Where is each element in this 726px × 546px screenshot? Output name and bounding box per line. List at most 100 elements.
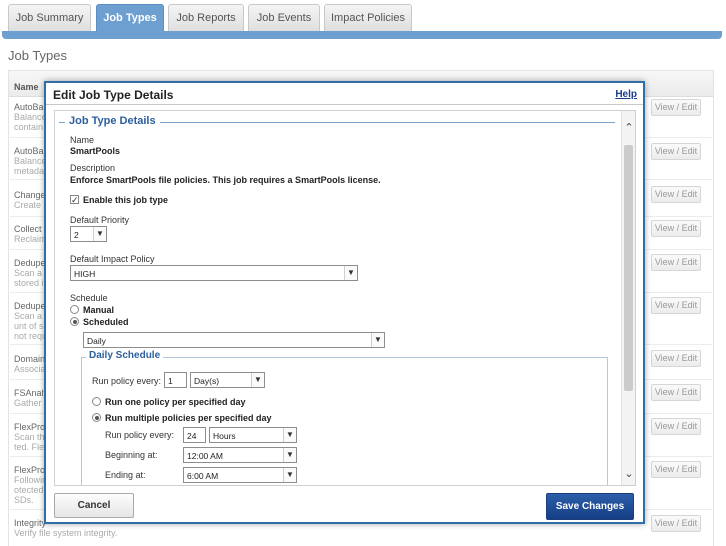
beginning-at-label: Beginning at: <box>105 450 158 460</box>
job-description: otected. <box>14 485 47 495</box>
view-edit-button[interactable]: View / Edit <box>651 254 701 271</box>
manual-label[interactable]: Manual <box>83 305 114 315</box>
job-description: ted. Fle <box>14 442 45 452</box>
enable-label[interactable]: Enable this job type <box>83 195 168 205</box>
chevron-down-icon: ▼ <box>283 428 296 442</box>
chevron-down-icon: ▼ <box>344 266 357 280</box>
view-edit-button[interactable]: View / Edit <box>651 143 701 160</box>
ending-at-select[interactable]: 6:00 AM ▼ <box>183 467 297 483</box>
help-link[interactable]: Help <box>615 89 637 100</box>
enable-checkbox[interactable]: ✓ <box>70 195 79 205</box>
vertical-scrollbar[interactable]: ⌃ ⌄ <box>621 111 635 485</box>
tab-job-types[interactable]: Job Types <box>96 4 164 32</box>
run-one-policy-radio[interactable] <box>92 397 101 406</box>
run-one-policy-label[interactable]: Run one policy per specified day <box>105 397 246 407</box>
name-value: SmartPools <box>70 146 121 156</box>
run-multiple-policies-label[interactable]: Run multiple policies per specified day <box>105 413 272 423</box>
ending-at-label: Ending at: <box>105 470 146 480</box>
checkmark-icon: ✓ <box>71 195 79 205</box>
schedule-label: Schedule <box>70 293 108 303</box>
save-changes-button[interactable]: Save Changes <box>546 493 634 520</box>
tab-job-events[interactable]: Job Events <box>248 4 320 32</box>
dialog-title: Edit Job Type Details <box>53 88 174 102</box>
view-edit-button[interactable]: View / Edit <box>651 461 701 478</box>
multi-run-every-label: Run policy every: <box>105 430 175 440</box>
view-edit-button[interactable]: View / Edit <box>651 515 701 532</box>
view-edit-button[interactable]: View / Edit <box>651 350 701 367</box>
impact-policy-value: HIGH <box>74 269 96 279</box>
view-edit-button[interactable]: View / Edit <box>651 418 701 435</box>
job-name: FlexProt <box>14 422 48 432</box>
chevron-up-icon[interactable]: ⌃ <box>623 121 635 135</box>
view-edit-button[interactable]: View / Edit <box>651 186 701 203</box>
table-row: Domain Associat <box>14 354 48 374</box>
impact-policy-label: Default Impact Policy <box>70 254 155 264</box>
table-row: FlexProt Scan th ted. Fle <box>14 422 48 452</box>
description-label: Description <box>70 163 116 173</box>
job-description: Associat <box>14 364 49 374</box>
table-row: AutoBal Balance metadat <box>14 146 47 176</box>
chevron-down-icon[interactable]: ⌄ <box>623 467 635 481</box>
job-description: Balance <box>14 156 47 166</box>
scrollbar-thumb[interactable] <box>624 145 633 391</box>
job-name: FSAnaly <box>14 388 49 398</box>
run-multiple-policies-radio[interactable] <box>92 413 101 422</box>
column-header-name[interactable]: Name <box>14 82 39 92</box>
table-row: FlexProt Followin otected. SDs. <box>14 465 48 505</box>
job-name: AutoBal <box>14 102 46 112</box>
multi-run-every-unit-select[interactable]: Hours ▼ <box>209 427 297 443</box>
manual-radio[interactable] <box>70 305 79 314</box>
scheduled-radio[interactable] <box>70 317 79 326</box>
view-edit-button[interactable]: View / Edit <box>651 384 701 401</box>
multi-run-every-value: 24 <box>187 431 197 441</box>
beginning-at-select[interactable]: 12:00 AM ▼ <box>183 447 297 463</box>
view-edit-button[interactable]: View / Edit <box>651 99 701 116</box>
job-description: Gather <box>14 398 42 408</box>
beginning-at-value: 12:00 AM <box>187 451 223 461</box>
name-label: Name <box>70 135 95 145</box>
chevron-down-icon: ▼ <box>283 468 296 482</box>
multi-run-every-input[interactable]: 24 <box>183 427 206 443</box>
page-title: Job Types <box>8 48 68 63</box>
schedule-frequency-value: Daily <box>87 336 106 346</box>
scheduled-label[interactable]: Scheduled <box>83 317 129 327</box>
run-every-label: Run policy every: <box>92 376 162 386</box>
table-row: FSAnaly Gather <box>14 388 48 408</box>
tab-bar: Job Summary Job Types Job Reports Job Ev… <box>0 0 726 40</box>
job-description: SDs. <box>14 495 34 505</box>
dialog-scroll-area[interactable]: Job Type Details Name SmartPools Descrip… <box>54 110 636 486</box>
job-name: AutoBal <box>14 146 46 156</box>
ending-at-value: 6:00 AM <box>187 471 219 481</box>
job-description: contain <box>14 122 44 132</box>
edit-job-type-dialog: Edit Job Type Details Help Job Type Deta… <box>44 81 645 524</box>
table-row: AutoBal Balance contain <box>14 102 47 132</box>
impact-policy-select[interactable]: HIGH ▼ <box>70 265 358 281</box>
view-edit-button[interactable]: View / Edit <box>651 297 701 314</box>
description-value: Enforce SmartPools file policies. This j… <box>70 175 381 185</box>
section-legend: Job Type Details <box>65 115 160 127</box>
job-description: metadat <box>14 166 47 176</box>
view-edit-button[interactable]: View / Edit <box>651 220 701 237</box>
dialog-footer: Cancel Save Changes <box>46 487 643 522</box>
tab-job-summary[interactable]: Job Summary <box>8 4 91 32</box>
job-description: Reclaim <box>14 234 47 244</box>
run-every-unit-select[interactable]: Day(s) ▼ <box>190 372 265 388</box>
schedule-frequency-select[interactable]: Daily ▼ <box>83 332 385 348</box>
multi-run-every-unit-value: Hours <box>213 431 236 441</box>
tab-job-reports[interactable]: Job Reports <box>168 4 244 32</box>
job-description: Verify file system integrity. <box>14 528 118 538</box>
dialog-header: Edit Job Type Details Help <box>46 83 643 105</box>
tab-underline <box>2 31 722 39</box>
run-every-unit-value: Day(s) <box>194 376 220 386</box>
priority-select[interactable]: 2 ▼ <box>70 226 107 242</box>
chevron-down-icon: ▼ <box>93 227 106 241</box>
run-every-input[interactable]: 1 <box>164 372 187 388</box>
job-name: Domain <box>14 354 46 364</box>
cancel-button[interactable]: Cancel <box>54 493 134 518</box>
chevron-down-icon: ▼ <box>371 333 384 347</box>
job-name: FlexProt <box>14 465 48 475</box>
chevron-down-icon: ▼ <box>283 448 296 462</box>
run-every-value: 1 <box>168 376 173 386</box>
tab-impact-policies[interactable]: Impact Policies <box>324 4 412 32</box>
priority-label: Default Priority <box>70 215 130 225</box>
